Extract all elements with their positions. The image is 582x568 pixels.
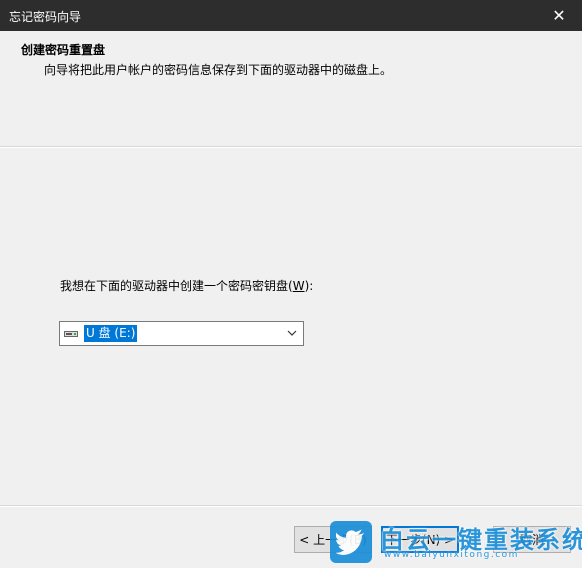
next-button[interactable]: 下一步(N) > [381,526,459,553]
drive-select-value: U 盘 (E:) [84,325,138,342]
close-icon: ✕ [552,6,566,25]
cancel-button[interactable]: 取消 [493,526,571,553]
window-title: 忘记密码向导 [9,10,82,24]
title-bar: 忘记密码向导 ✕ [0,0,582,31]
page-subtitle: 向导将把此用户帐户的密码信息保存到下面的驱动器中的磁盘上。 [44,63,393,77]
drive-prompt-accelerator: W [292,279,305,293]
drive-select[interactable]: U 盘 (E:) [59,321,304,346]
footer-divider-highlight [0,506,582,507]
drive-prompt-text: 我想在下面的驱动器中创建一个密码密钥盘( [60,279,293,293]
chevron-down-icon[interactable] [286,326,298,340]
back-button[interactable]: < 上一步(B) [294,526,372,553]
page-title: 创建密码重置盘 [21,43,106,57]
usb-drive-icon [63,326,79,342]
wizard-header: 创建密码重置盘 向导将把此用户帐户的密码信息保存到下面的驱动器中的磁盘上。 [0,31,582,146]
drive-prompt-tail: ): [304,279,314,293]
drive-prompt-label: 我想在下面的驱动器中创建一个密码密钥盘(W): [60,277,313,294]
close-button[interactable]: ✕ [536,0,582,31]
